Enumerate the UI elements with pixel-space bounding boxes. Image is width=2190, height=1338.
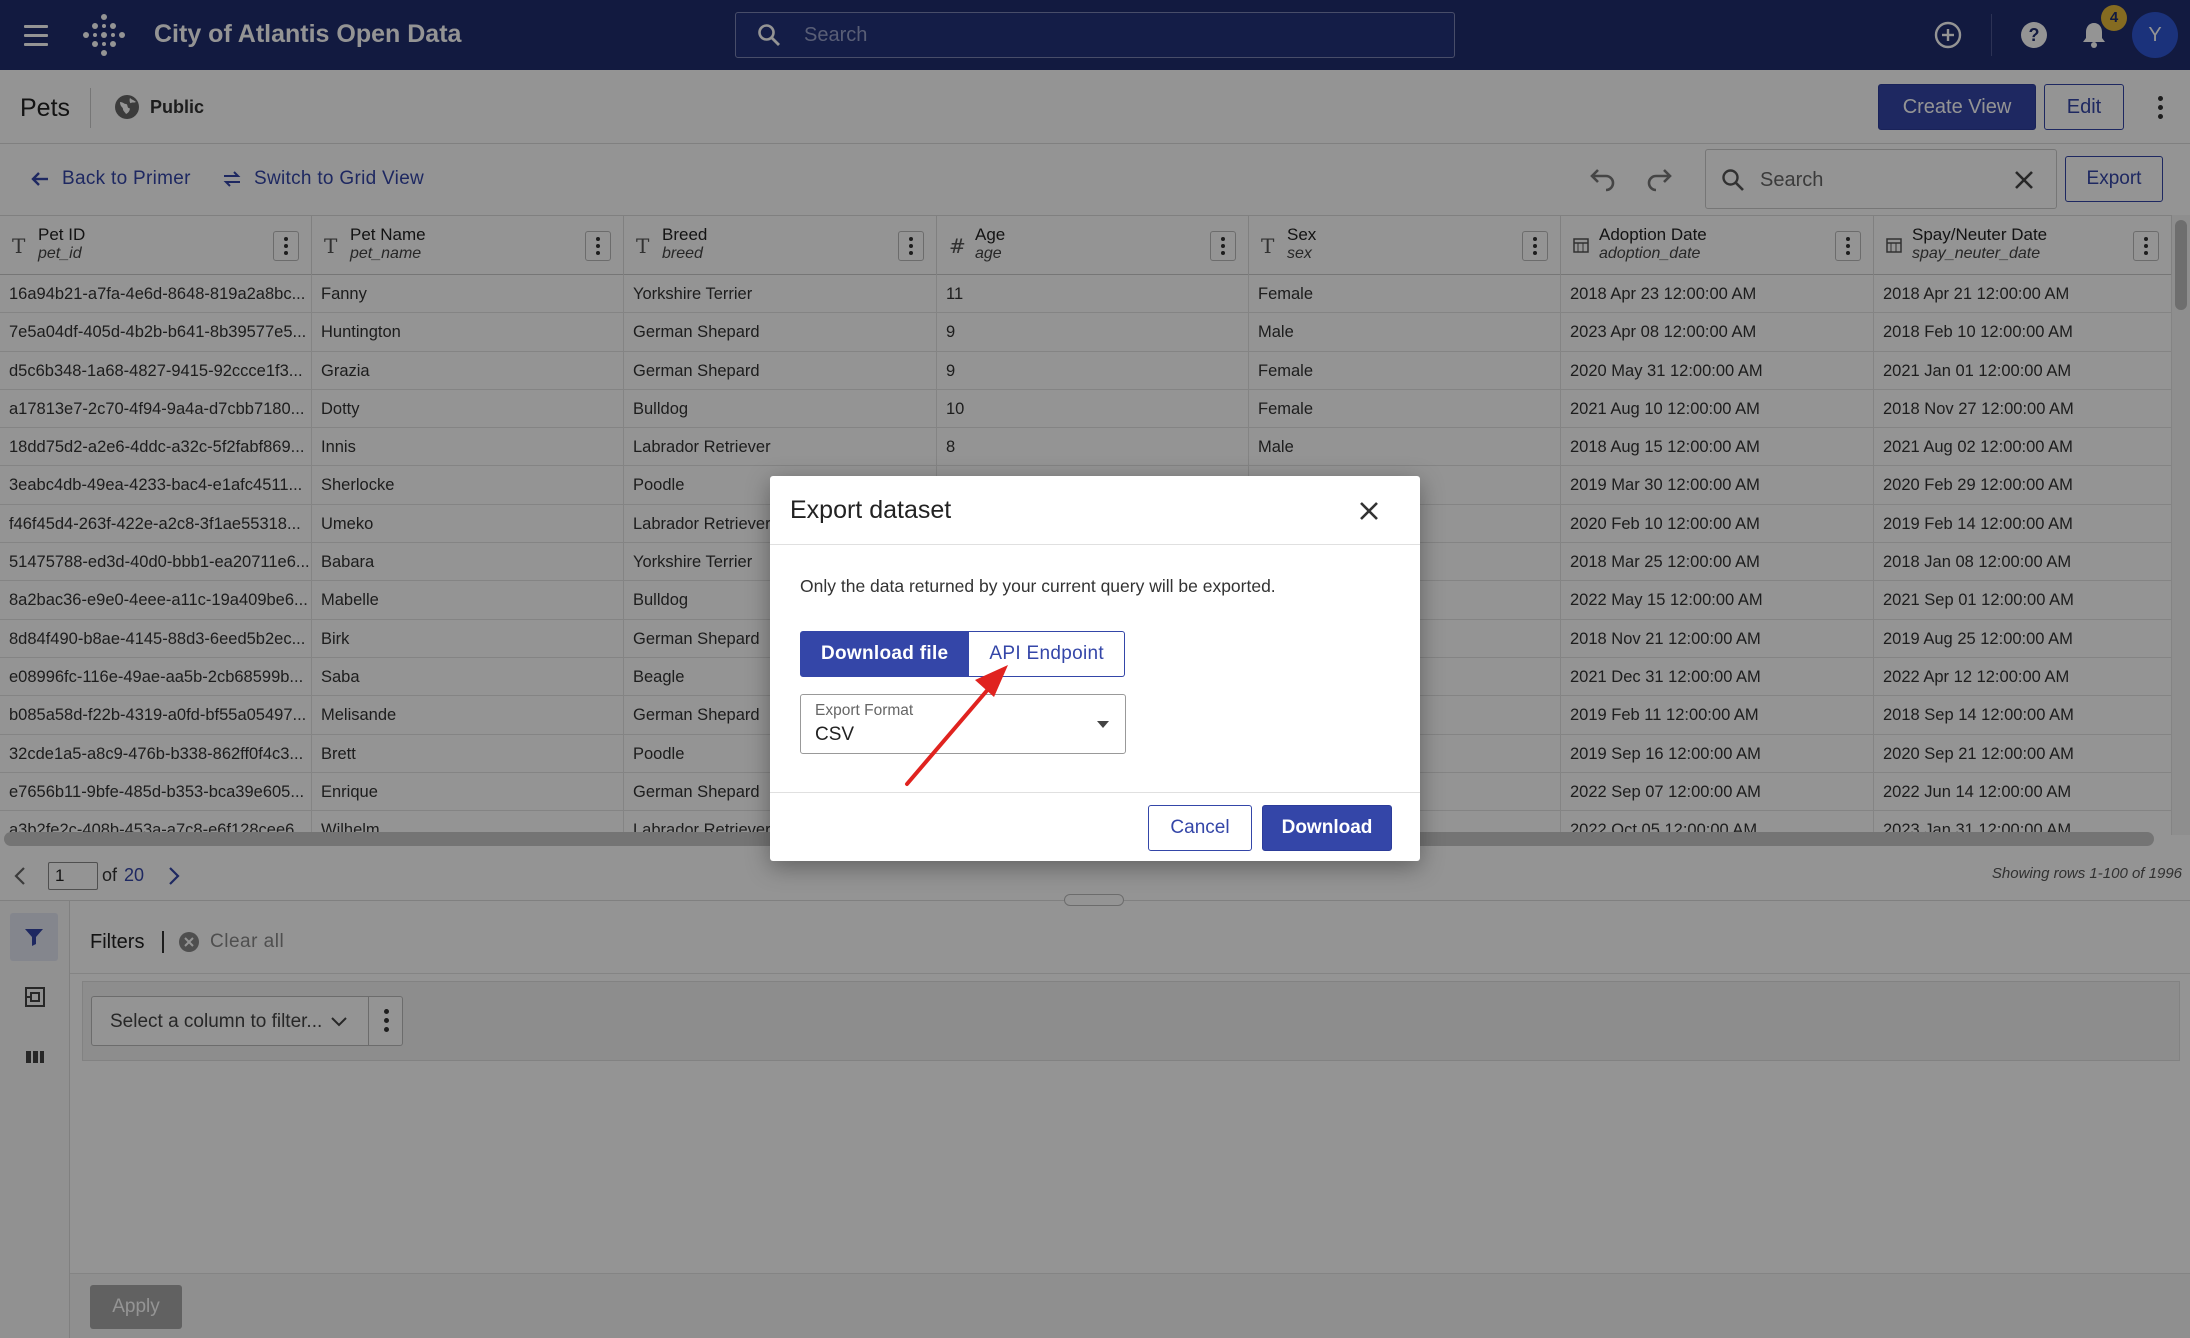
export-format-value: CSV	[815, 724, 855, 745]
export-format-select[interactable]: Export Format CSV	[800, 694, 1126, 754]
download-button[interactable]: Download	[1262, 805, 1392, 851]
dialog-divider	[770, 544, 1420, 545]
dialog-footer-divider	[770, 792, 1420, 793]
export-mode-toggle: Download file API Endpoint	[800, 631, 1125, 677]
export-dialog-title: Export dataset	[790, 496, 952, 524]
close-icon[interactable]	[1356, 498, 1382, 524]
export-format-label: Export Format	[815, 702, 914, 719]
export-description: Only the data returned by your current q…	[800, 576, 1276, 596]
tab-api-endpoint[interactable]: API Endpoint	[969, 631, 1125, 677]
dropdown-caret-icon	[1097, 721, 1109, 728]
cancel-button[interactable]: Cancel	[1148, 805, 1252, 851]
tab-download-file[interactable]: Download file	[800, 631, 970, 677]
export-dialog: Export dataset Only the data returned by…	[770, 476, 1420, 861]
